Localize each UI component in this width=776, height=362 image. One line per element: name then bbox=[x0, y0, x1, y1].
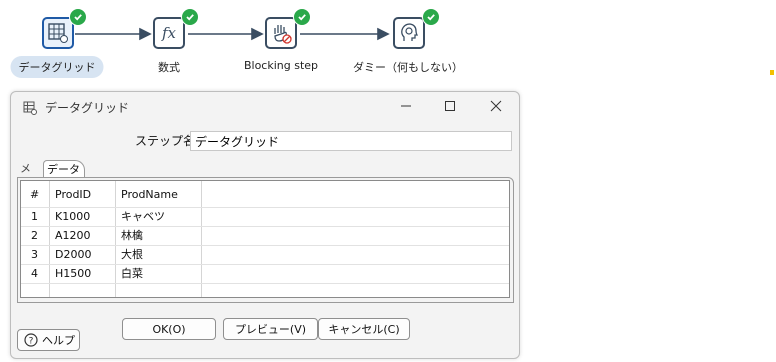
step-name-label: ステップ名 bbox=[135, 134, 196, 148]
step-blocking[interactable] bbox=[265, 17, 297, 49]
table-cell[interactable]: 白菜 bbox=[121, 265, 143, 283]
data-grid-icon bbox=[23, 101, 37, 115]
step-label[interactable]: データグリッド bbox=[10, 56, 104, 78]
step-name-input[interactable] bbox=[190, 131, 512, 151]
step-dummy[interactable] bbox=[393, 17, 425, 49]
close-button[interactable] bbox=[482, 96, 510, 116]
table-cell[interactable]: D2000 bbox=[55, 246, 91, 264]
row-number: 1 bbox=[31, 210, 38, 223]
help-icon: ? bbox=[24, 333, 38, 347]
column-divider bbox=[49, 181, 50, 297]
row-divider bbox=[21, 245, 509, 246]
step-data-grid[interactable] bbox=[42, 17, 74, 49]
row-number: 2 bbox=[31, 229, 38, 242]
status-ok-icon bbox=[293, 8, 311, 26]
hop-arrowhead bbox=[377, 27, 390, 41]
step-label[interactable]: ダミー（何もしない） bbox=[353, 59, 463, 75]
step-label[interactable]: Blocking step bbox=[244, 59, 318, 72]
tab-meta[interactable]: メタ bbox=[17, 160, 43, 193]
column-header[interactable]: ProdName bbox=[121, 186, 178, 204]
help-label: ヘルプ bbox=[42, 334, 75, 347]
minimize-icon bbox=[401, 105, 411, 107]
step-label[interactable]: 数式 bbox=[158, 59, 180, 75]
minimize-button[interactable] bbox=[392, 96, 420, 116]
data-grid-dialog: データグリッド ステップ名 メタ データ # ProdID ProdName bbox=[10, 91, 520, 359]
dummy-head-icon bbox=[401, 23, 419, 41]
pipeline-hops bbox=[75, 27, 390, 41]
status-ok-icon bbox=[422, 8, 440, 26]
row-divider bbox=[21, 226, 509, 227]
data-table[interactable]: # ProdID ProdName 1 K1000 キャベツ 2 A1200 林… bbox=[20, 180, 510, 298]
row-number: 3 bbox=[31, 248, 38, 261]
maximize-button[interactable] bbox=[436, 96, 464, 116]
blocking-hand-icon bbox=[274, 25, 292, 44]
ok-button[interactable]: OK(O) bbox=[122, 318, 216, 340]
step-formula[interactable]: fx bbox=[153, 17, 185, 49]
dialog-title: データグリッド bbox=[45, 101, 130, 115]
row-divider bbox=[21, 207, 509, 208]
hop-arrowhead bbox=[251, 27, 264, 41]
hop-arrowhead bbox=[139, 27, 152, 41]
table-cell[interactable]: 林檎 bbox=[121, 227, 143, 245]
help-button[interactable]: ? ヘルプ bbox=[17, 329, 80, 351]
canvas-marker bbox=[770, 70, 774, 75]
column-divider bbox=[201, 181, 202, 297]
maximize-icon bbox=[445, 101, 455, 111]
column-header[interactable]: ProdID bbox=[55, 186, 91, 204]
status-ok-icon bbox=[69, 8, 87, 26]
preview-button[interactable]: プレビュー(V) bbox=[223, 318, 318, 340]
row-divider bbox=[21, 264, 509, 265]
table-cell[interactable]: キャベツ bbox=[121, 208, 165, 226]
row-divider bbox=[21, 283, 509, 284]
data-grid-icon bbox=[48, 23, 68, 43]
cancel-button[interactable]: キャンセル(C) bbox=[318, 318, 410, 340]
table-cell[interactable]: H1500 bbox=[55, 265, 91, 283]
close-icon bbox=[490, 100, 502, 112]
tab-data[interactable]: データ bbox=[43, 160, 85, 178]
table-cell[interactable]: A1200 bbox=[55, 227, 91, 245]
table-cell[interactable]: 大根 bbox=[121, 246, 143, 264]
column-header[interactable]: # bbox=[30, 186, 39, 204]
status-ok-icon bbox=[181, 8, 199, 26]
row-number: 4 bbox=[31, 267, 38, 280]
column-divider bbox=[115, 181, 116, 297]
svg-text:?: ? bbox=[29, 337, 34, 347]
table-cell[interactable]: K1000 bbox=[55, 208, 90, 226]
formula-icon: fx bbox=[161, 24, 176, 42]
tab-panel-data: # ProdID ProdName 1 K1000 キャベツ 2 A1200 林… bbox=[17, 177, 514, 303]
